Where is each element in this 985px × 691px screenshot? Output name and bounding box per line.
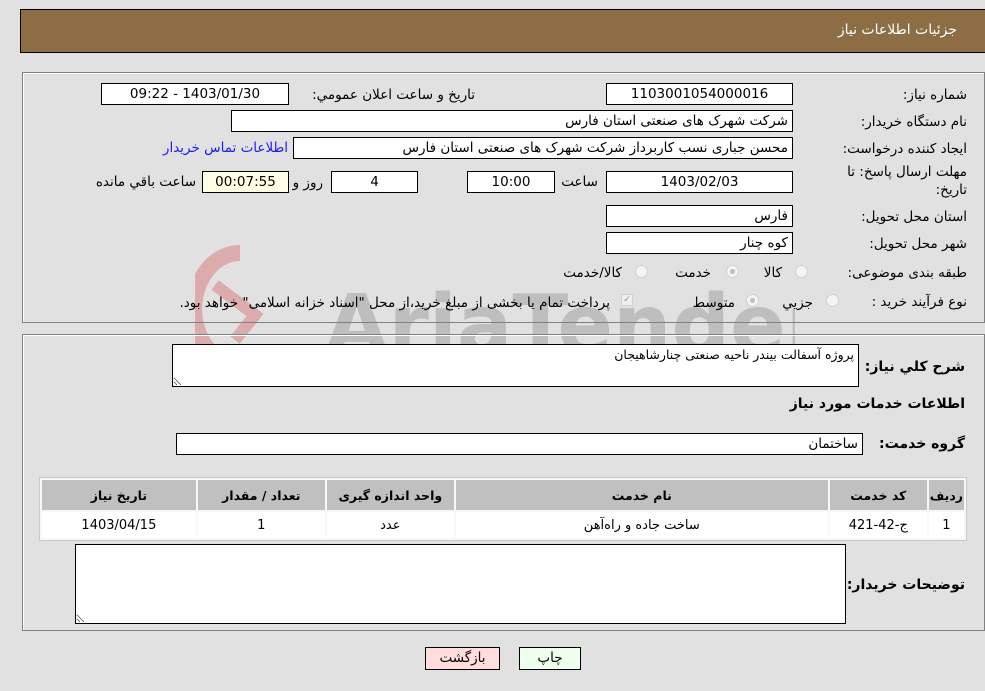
col-need-date: تاریخ نیاز	[42, 480, 196, 510]
treasury-note: پرداخت تمام یا بخشی از مبلغ خرید،از محل …	[179, 295, 610, 311]
deadline-hour-label: ساعت	[561, 174, 598, 190]
col-service-name: نام خدمت	[455, 480, 828, 510]
print-button[interactable]: چاپ	[519, 647, 581, 670]
services-table-header: ردیف کد خدمت نام خدمت واحد اندازه گیری ت…	[42, 480, 964, 510]
creator-field: محسن جباری نسب کاربرداز شرکت شهرک های صن…	[293, 137, 793, 159]
service-group-field: ساختمان	[176, 433, 863, 455]
deadline-label-2: تاریخ:	[935, 182, 967, 198]
process-option-minor: جزيي	[782, 295, 813, 311]
province-field: فارس	[606, 205, 793, 227]
announce-label: تاریخ و ساعت اعلان عمومي:	[312, 87, 475, 103]
treasury-checkbox[interactable]: ✓	[621, 294, 633, 306]
deadline-label-1: مهلت ارسال پاسخ: تا	[847, 164, 967, 180]
province-label: استان محل تحویل:	[861, 209, 967, 225]
col-row-number: ردیف	[928, 480, 964, 510]
category-option-goods: کالا	[763, 265, 782, 281]
cell-service-name: ساخت جاده و راه‌آهن	[455, 512, 828, 538]
buyer-notes-label: توضیحات خریدار:	[846, 577, 965, 593]
cell-quantity: 1	[197, 512, 325, 538]
process-label: نوع فرآیند خرید :	[871, 294, 967, 310]
category-radio-goods-service[interactable]	[635, 265, 648, 278]
service-group-label: گروه خدمت:	[879, 436, 965, 452]
services-table: ردیف کد خدمت نام خدمت واحد اندازه گیری ت…	[39, 477, 967, 541]
table-row: 1 ج-42-421 ساخت جاده و راه‌آهن عدد 1 140…	[42, 512, 964, 538]
services-section-title: اطلاعات خدمات مورد نياز	[789, 396, 965, 412]
category-radio-goods[interactable]	[795, 265, 808, 278]
process-radio-medium[interactable]	[746, 294, 759, 307]
category-label: طبقه بندی موضوعی:	[847, 265, 967, 281]
col-service-code: کد خدمت	[829, 480, 927, 510]
back-button[interactable]: بازگشت	[425, 647, 500, 670]
description-textarea[interactable]: پروژه آسفالت بیندر ناحیه صنعتی چنارشاهیج…	[172, 344, 859, 387]
days-label: روز و	[292, 175, 323, 191]
cell-service-code: ج-42-421	[829, 512, 927, 538]
category-option-service: خدمت	[675, 265, 711, 281]
cell-row-number: 1	[928, 512, 964, 538]
remaining-days-field: 4	[331, 171, 418, 193]
creator-label: ایجاد کننده درخواست:	[842, 141, 967, 157]
page-header: جزئیات اطلاعات نیاز	[20, 9, 985, 53]
description-label: شرح کلي نياز:	[864, 359, 965, 375]
deadline-time-field: 10:00	[467, 171, 555, 193]
process-radio-minor[interactable]	[826, 294, 839, 307]
buyer-notes-textarea[interactable]	[75, 544, 846, 624]
need-number-label: شماره نیاز:	[902, 87, 967, 103]
process-option-medium: متوسط	[692, 295, 735, 311]
remaining-time-field: 00:07:55	[202, 171, 289, 193]
col-unit: واحد اندازه گیری	[326, 480, 454, 510]
buyer-contact-link[interactable]: اطلاعات تماس خریدار	[163, 140, 288, 156]
deadline-date-field: 1403/02/03	[606, 171, 793, 193]
need-number-field: 1103001054000016	[606, 83, 793, 105]
buyer-org-field: شرکت شهرک های صنعتی استان فارس	[231, 110, 793, 132]
col-quantity: تعداد / مقدار	[197, 480, 325, 510]
category-option-goods-service: کالا/خدمت	[563, 265, 622, 281]
remaining-label: ساعت باقي مانده	[95, 174, 196, 190]
page-title: جزئیات اطلاعات نیاز	[837, 22, 957, 38]
announce-datetime-field: 1403/01/30 - 09:22	[101, 83, 289, 105]
city-field: کوه چنار	[606, 232, 793, 254]
cell-unit: عدد	[326, 512, 454, 538]
cell-need-date: 1403/04/15	[42, 512, 196, 538]
city-label: شهر محل تحویل:	[869, 236, 967, 252]
category-radio-service[interactable]	[726, 265, 739, 278]
buyer-org-label: نام دستگاه خریدار:	[860, 114, 967, 130]
